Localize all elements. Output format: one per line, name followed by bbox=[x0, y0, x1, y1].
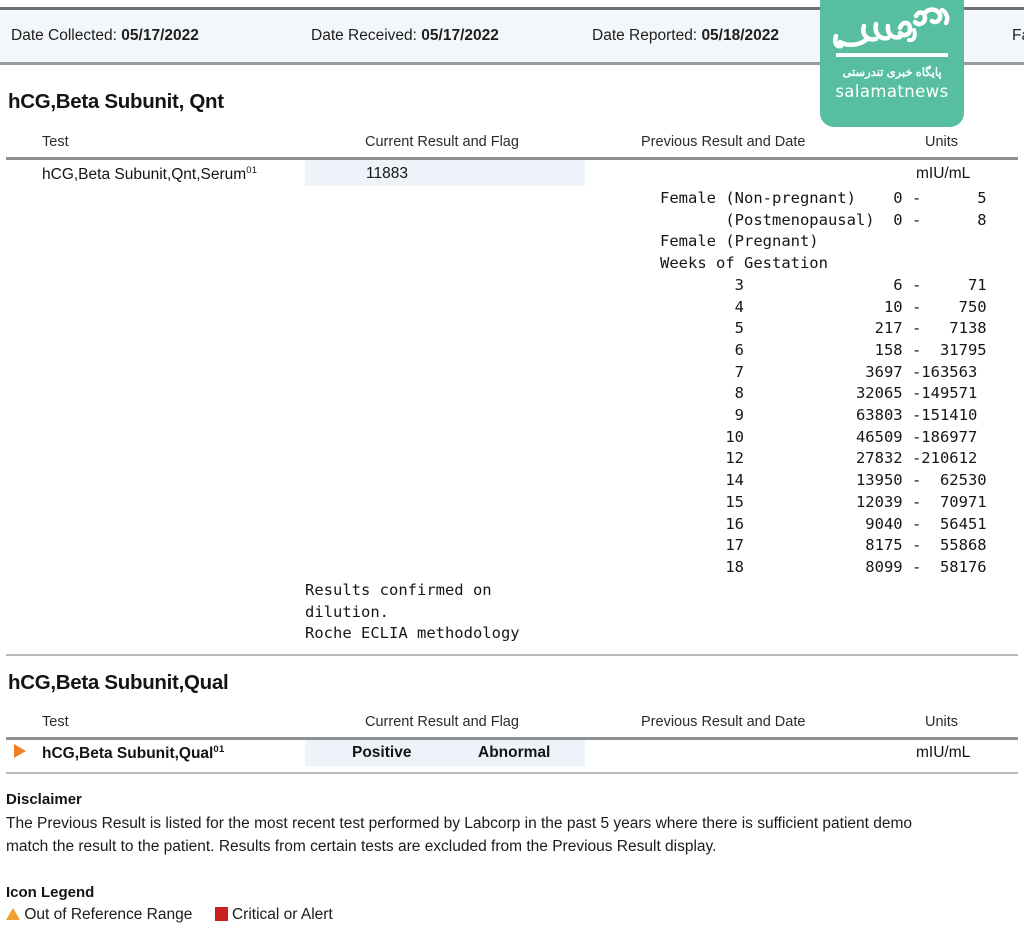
table-bottom-rule-qual bbox=[6, 772, 1018, 774]
section-divider-rule bbox=[6, 654, 1018, 656]
units-qnt: mIU/mL bbox=[916, 165, 970, 183]
date-collected: Date Collected: 05/17/2022 bbox=[11, 27, 199, 45]
result-value-qnt: 11883 bbox=[366, 165, 408, 183]
square-red-icon bbox=[215, 907, 228, 921]
column-header-current-2: Current Result and Flag bbox=[365, 714, 519, 730]
legend-entry-out-of-range: Out of Reference Range bbox=[6, 906, 197, 923]
section-title-qnt: hCG,Beta Subunit, Qnt bbox=[8, 90, 224, 114]
salamatnews-subtitle: پایگاه خبری تندرستی bbox=[842, 65, 941, 79]
salamatnews-script-logo-icon bbox=[830, 6, 954, 64]
legend-label-out-of-range: Out of Reference Range bbox=[24, 906, 192, 923]
column-header-units: Units bbox=[925, 134, 958, 150]
result-flag-qual: Abnormal bbox=[478, 744, 550, 762]
test-name-qnt: hCG,Beta Subunit,Qnt,Serum01 bbox=[42, 165, 257, 184]
triangle-up-icon bbox=[6, 908, 20, 920]
test-name-qnt-superscript: 01 bbox=[246, 165, 257, 176]
column-header-test-2: Test bbox=[42, 714, 69, 730]
result-comment-block: Results confirmed on dilution. Roche ECL… bbox=[305, 580, 520, 645]
date-collected-label: Date Collected: bbox=[11, 27, 117, 44]
test-name-qnt-text: hCG,Beta Subunit,Qnt,Serum bbox=[42, 166, 246, 183]
date-received-value: 05/17/2022 bbox=[421, 27, 499, 44]
test-name-qual-superscript: 01 bbox=[213, 744, 224, 755]
column-header-previous-2: Previous Result and Date bbox=[641, 714, 805, 730]
salamatnews-latin-name: salamatnews bbox=[835, 82, 948, 101]
date-reported-label: Date Reported: bbox=[592, 27, 697, 44]
date-received-label: Date Received: bbox=[311, 27, 417, 44]
column-header-current: Current Result and Flag bbox=[365, 134, 519, 150]
icon-legend-title: Icon Legend bbox=[6, 884, 94, 901]
disclaimer-title: Disclaimer bbox=[6, 791, 82, 808]
column-header-previous: Previous Result and Date bbox=[641, 134, 805, 150]
column-header-units-2: Units bbox=[925, 714, 958, 730]
out-of-range-triangle-icon bbox=[14, 744, 26, 758]
result-highlight-band-qnt bbox=[305, 160, 585, 186]
fasting-label-clipped: Fa bbox=[1012, 27, 1024, 45]
date-received: Date Received: 05/17/2022 bbox=[311, 27, 499, 45]
test-name-qual-text: hCG,Beta Subunit,Qual bbox=[42, 745, 213, 762]
disclaimer-line-1: The Previous Result is listed for the mo… bbox=[6, 812, 912, 835]
reference-range-block: Female (Non-pregnant) 0 - 5 (Postmenopau… bbox=[660, 188, 987, 579]
legend-label-critical: Critical or Alert bbox=[232, 906, 333, 923]
date-reported: Date Reported: 05/18/2022 bbox=[592, 27, 779, 45]
units-qual: mIU/mL bbox=[916, 744, 970, 762]
disclaimer-line-2: match the result to the patient. Results… bbox=[6, 835, 716, 858]
icon-legend-row: Out of Reference Range Critical or Alert bbox=[6, 906, 351, 924]
legend-entry-critical: Critical or Alert bbox=[215, 906, 333, 923]
column-header-test: Test bbox=[42, 134, 69, 150]
date-collected-value: 05/17/2022 bbox=[121, 27, 199, 44]
section-title-qual: hCG,Beta Subunit,Qual bbox=[8, 671, 228, 695]
test-name-qual: hCG,Beta Subunit,Qual01 bbox=[42, 744, 225, 763]
date-reported-value: 05/18/2022 bbox=[701, 27, 779, 44]
result-value-qual: Positive bbox=[352, 744, 411, 762]
salamatnews-watermark-logo: پایگاه خبری تندرستی salamatnews bbox=[820, 0, 964, 127]
